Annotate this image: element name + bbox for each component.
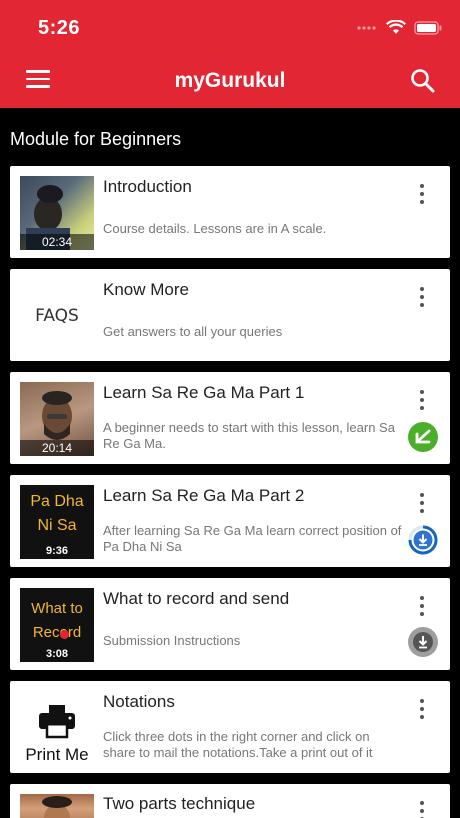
lesson-description: Get answers to all your queries: [103, 324, 283, 339]
record-dot-icon: [60, 630, 69, 639]
downloading-status-button[interactable]: [408, 525, 438, 555]
lesson-description: Submission Instructions: [103, 633, 241, 648]
battery-icon: [414, 20, 442, 40]
thumbnail-text-line2: Ni Sa: [37, 517, 77, 534]
more-options-button[interactable]: [418, 390, 426, 412]
lesson-title: What to record and send: [103, 589, 290, 608]
faqs-text: FAQS: [35, 306, 79, 326]
lesson-title: Introduction: [103, 177, 192, 196]
print-me-text: Print Me: [25, 745, 89, 764]
lesson-card-sa-re-ga-ma-2[interactable]: Pa Dha Ni Sa 9:36 Learn Sa Re Ga Ma Part…: [10, 475, 450, 567]
download-complete-icon: [415, 429, 431, 444]
download-button[interactable]: [408, 627, 438, 657]
lesson-description: Course details. Lessons are in A scale.: [103, 221, 327, 236]
lesson-card-what-to-record[interactable]: What to Record 3:08 What to record and s…: [10, 578, 450, 670]
lesson-thumbnail: What to Record 3:08: [20, 588, 94, 662]
status-bar: 5:26: [0, 0, 460, 56]
faqs-thumbnail: FAQS: [20, 279, 94, 353]
app-bar: myGurukul: [0, 56, 460, 108]
lesson-title: Two parts technique: [103, 794, 256, 813]
lesson-card-know-more[interactable]: FAQS Know More Get answers to all your q…: [10, 269, 450, 361]
more-options-button[interactable]: [418, 801, 426, 818]
more-vertical-icon: [420, 184, 424, 188]
more-vertical-icon: [420, 596, 424, 600]
lesson-description: After learning Sa Re Ga Ma learn correct…: [103, 523, 402, 554]
downloaded-status-button[interactable]: [408, 422, 438, 452]
video-duration: 20:14: [20, 440, 94, 456]
lesson-card-sa-re-ga-ma-1[interactable]: 20:14 Learn Sa Re Ga Ma Part 1 A beginne…: [10, 372, 450, 464]
more-options-button[interactable]: [418, 493, 426, 515]
thumbnail-text-line1: Pa Dha: [30, 493, 84, 510]
more-vertical-icon: [420, 287, 424, 291]
lesson-thumbnail: Pa Dha Ni Sa 9:36: [20, 485, 94, 559]
search-icon: [411, 69, 435, 93]
more-vertical-icon: [420, 699, 424, 703]
search-button[interactable]: [410, 68, 436, 94]
downloading-progress-icon: [408, 525, 438, 555]
lesson-title: Notations: [103, 692, 175, 711]
lesson-description: Click three dots in the right corner and…: [103, 729, 373, 760]
lesson-title: Learn Sa Re Ga Ma Part 1: [103, 383, 305, 402]
video-duration: 02:34: [20, 234, 94, 250]
more-options-button[interactable]: [418, 287, 426, 309]
lesson-title: Know More: [103, 280, 189, 299]
more-vertical-icon: [420, 801, 424, 805]
status-icons: [356, 19, 442, 40]
lesson-thumbnail: 20:14: [20, 382, 94, 456]
lesson-thumbnail: [20, 794, 94, 818]
lesson-card-notations[interactable]: Print Me Notations Click three dots in t…: [10, 681, 450, 773]
more-vertical-icon: [420, 493, 424, 497]
status-time: 5:26: [38, 17, 81, 39]
lesson-card-introduction[interactable]: 02:34 Introduction Course details. Lesso…: [10, 166, 450, 258]
lesson-description: A beginner needs to start with this less…: [103, 420, 395, 451]
print-thumbnail: Print Me: [20, 691, 94, 765]
app-title: myGurukul: [174, 69, 286, 92]
more-vertical-icon: [420, 390, 424, 394]
thumbnail-text-line1: What to: [31, 600, 83, 617]
more-options-button[interactable]: [418, 699, 426, 721]
thumbnail-text-line2: Record: [32, 624, 82, 641]
video-duration: 3:08: [45, 648, 69, 660]
lesson-title: Learn Sa Re Ga Ma Part 2: [103, 486, 305, 505]
more-options-button[interactable]: [418, 184, 426, 206]
signal-icon: [356, 21, 378, 39]
lesson-card-two-parts[interactable]: Two parts technique: [10, 784, 450, 818]
section-title: Module for Beginners: [10, 129, 182, 149]
video-duration: 9:36: [45, 545, 69, 557]
printer-icon: [39, 705, 75, 739]
download-icon: [413, 632, 433, 652]
lesson-thumbnail: 02:34: [20, 176, 94, 250]
wifi-icon: [386, 19, 406, 40]
more-options-button[interactable]: [418, 596, 426, 618]
